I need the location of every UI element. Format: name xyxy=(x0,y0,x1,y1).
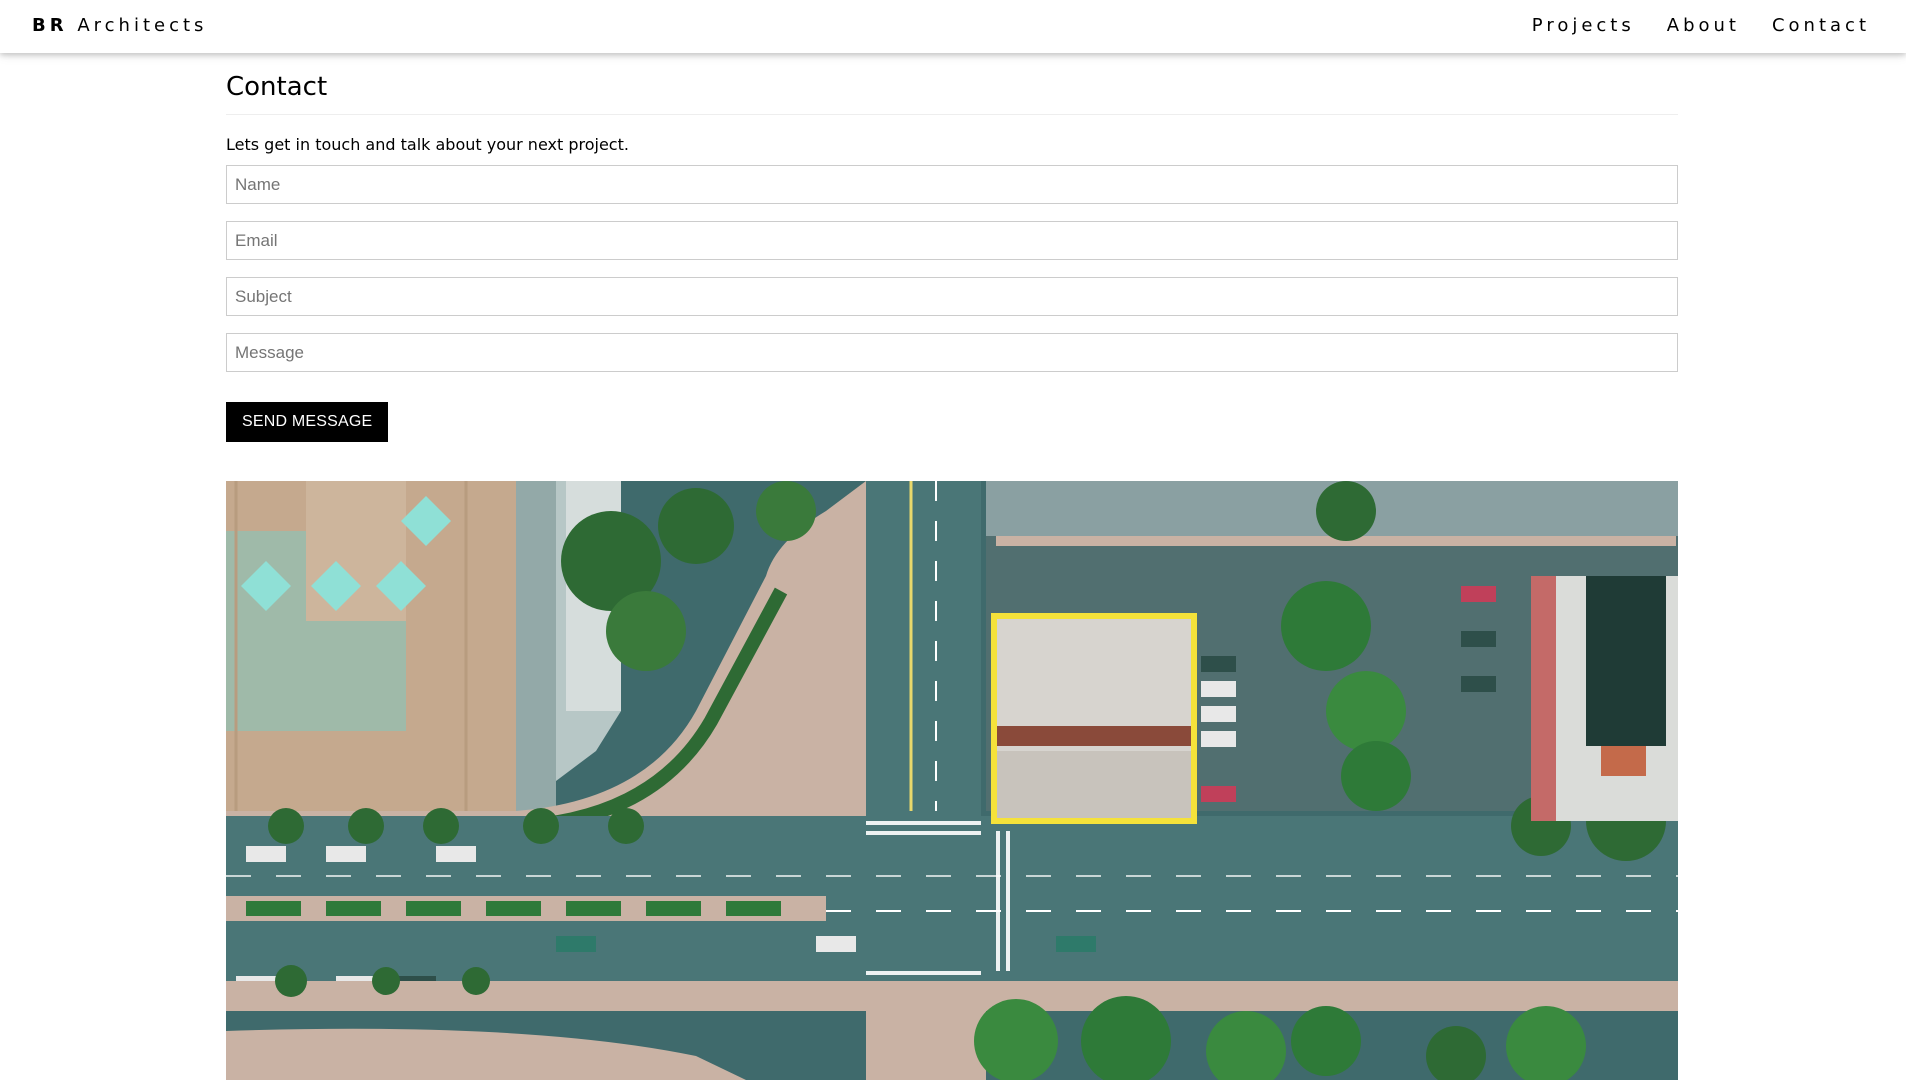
brand-name: Architects xyxy=(77,15,208,36)
brand-initials: BR xyxy=(32,15,68,36)
message-input[interactable] xyxy=(226,333,1678,372)
subject-input[interactable] xyxy=(226,277,1678,316)
top-navbar: BR Architects Projects About Contact xyxy=(0,0,1906,53)
nav-link-projects[interactable]: Projects xyxy=(1532,15,1635,36)
nav-links: Projects About Contact xyxy=(1532,15,1870,36)
nav-link-contact[interactable]: Contact xyxy=(1772,15,1870,36)
send-message-button[interactable]: SEND MESSAGE xyxy=(226,402,389,442)
section-title: Contact xyxy=(226,72,328,102)
nav-link-about[interactable]: About xyxy=(1667,15,1740,36)
brand-logo[interactable]: BR Architects xyxy=(32,15,207,36)
section-divider xyxy=(226,114,1678,115)
name-input[interactable] xyxy=(226,165,1678,204)
contact-section: Contact Lets get in touch and talk about… xyxy=(226,53,1678,442)
email-input[interactable] xyxy=(226,221,1678,260)
intro-text: Lets get in touch and talk about your ne… xyxy=(226,135,629,154)
contact-form: SEND MESSAGE xyxy=(226,165,1678,442)
aerial-city-image xyxy=(226,481,1678,1080)
